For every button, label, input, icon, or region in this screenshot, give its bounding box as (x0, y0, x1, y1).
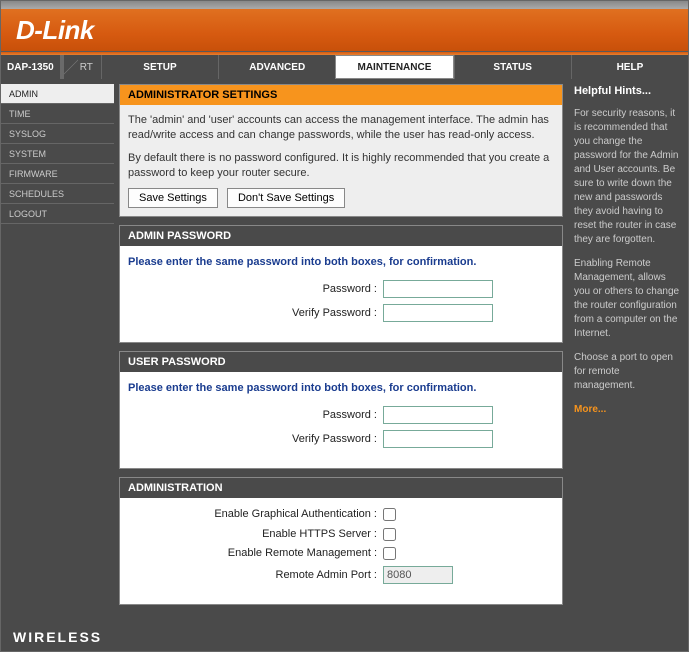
admin-password-title: ADMIN PASSWORD (120, 226, 562, 246)
nav-tab-advanced[interactable]: ADVANCED (218, 55, 335, 79)
sidebar: ADMIN TIME SYSLOG SYSTEM FIRMWARE SCHEDU… (1, 79, 114, 623)
top-nav: DAP-1350 RT SETUP ADVANCED MAINTENANCE S… (1, 55, 688, 79)
user-verify-input[interactable] (383, 430, 493, 448)
device-mode: RT (78, 55, 101, 79)
https-server-checkbox[interactable] (383, 528, 396, 541)
brand-logo: D-Link (16, 15, 94, 46)
settings-desc-2: By default there is no password configur… (128, 151, 554, 181)
help-more-link[interactable]: More... (574, 403, 682, 417)
graphical-auth-label: Enable Graphical Authentication : (128, 508, 383, 521)
header: D-Link (1, 9, 688, 51)
sidebar-item-schedules[interactable]: SCHEDULES (1, 184, 114, 204)
help-column: Helpful Hints... For security reasons, i… (568, 79, 688, 623)
user-password-instr: Please enter the same password into both… (128, 382, 554, 394)
nav-tab-help[interactable]: HELP (571, 55, 688, 79)
nav-tab-maintenance[interactable]: MAINTENANCE (335, 55, 453, 79)
settings-desc-1: The 'admin' and 'user' accounts can acce… (128, 113, 554, 143)
user-password-input[interactable] (383, 406, 493, 424)
help-para-2: Enabling Remote Management, allows you o… (574, 257, 682, 341)
administration-title: ADMINISTRATION (120, 478, 562, 498)
admin-password-instr: Please enter the same password into both… (128, 256, 554, 268)
admin-password-label: Password : (128, 283, 383, 295)
sidebar-item-logout[interactable]: LOGOUT (1, 204, 114, 224)
help-para-3: Choose a port to open for remote managem… (574, 351, 682, 393)
user-verify-label: Verify Password : (128, 433, 383, 445)
graphical-auth-checkbox[interactable] (383, 508, 396, 521)
admin-verify-input[interactable] (383, 304, 493, 322)
help-title: Helpful Hints... (574, 84, 682, 99)
sidebar-item-syslog[interactable]: SYSLOG (1, 124, 114, 144)
settings-panel: ADMINISTRATOR SETTINGS The 'admin' and '… (119, 84, 563, 217)
administration-panel: ADMINISTRATION Enable Graphical Authenti… (119, 477, 563, 604)
sidebar-item-system[interactable]: SYSTEM (1, 144, 114, 164)
sidebar-item-time[interactable]: TIME (1, 104, 114, 124)
remote-mgmt-label: Enable Remote Management : (128, 547, 383, 560)
admin-verify-label: Verify Password : (128, 307, 383, 319)
https-server-label: Enable HTTPS Server : (128, 528, 383, 540)
save-settings-button[interactable]: Save Settings (128, 188, 218, 208)
user-password-label: Password : (128, 409, 383, 421)
device-model: DAP-1350 (1, 55, 64, 79)
footer-brand: WIRELESS (1, 623, 688, 651)
admin-password-input[interactable] (383, 280, 493, 298)
settings-panel-title: ADMINISTRATOR SETTINGS (120, 85, 562, 105)
remote-port-input[interactable] (383, 566, 453, 584)
user-password-title: USER PASSWORD (120, 352, 562, 372)
user-password-panel: USER PASSWORD Please enter the same pass… (119, 351, 563, 469)
remote-mgmt-checkbox[interactable] (383, 547, 396, 560)
nav-tab-status[interactable]: STATUS (454, 55, 571, 79)
help-para-1: For security reasons, it is recommended … (574, 107, 682, 247)
remote-port-label: Remote Admin Port : (128, 569, 383, 581)
device-badge: DAP-1350 RT (1, 55, 101, 79)
nav-tab-setup[interactable]: SETUP (101, 55, 218, 79)
sidebar-item-admin[interactable]: ADMIN (1, 84, 114, 104)
dont-save-settings-button[interactable]: Don't Save Settings (227, 188, 345, 208)
sidebar-item-firmware[interactable]: FIRMWARE (1, 164, 114, 184)
admin-password-panel: ADMIN PASSWORD Please enter the same pas… (119, 225, 563, 343)
